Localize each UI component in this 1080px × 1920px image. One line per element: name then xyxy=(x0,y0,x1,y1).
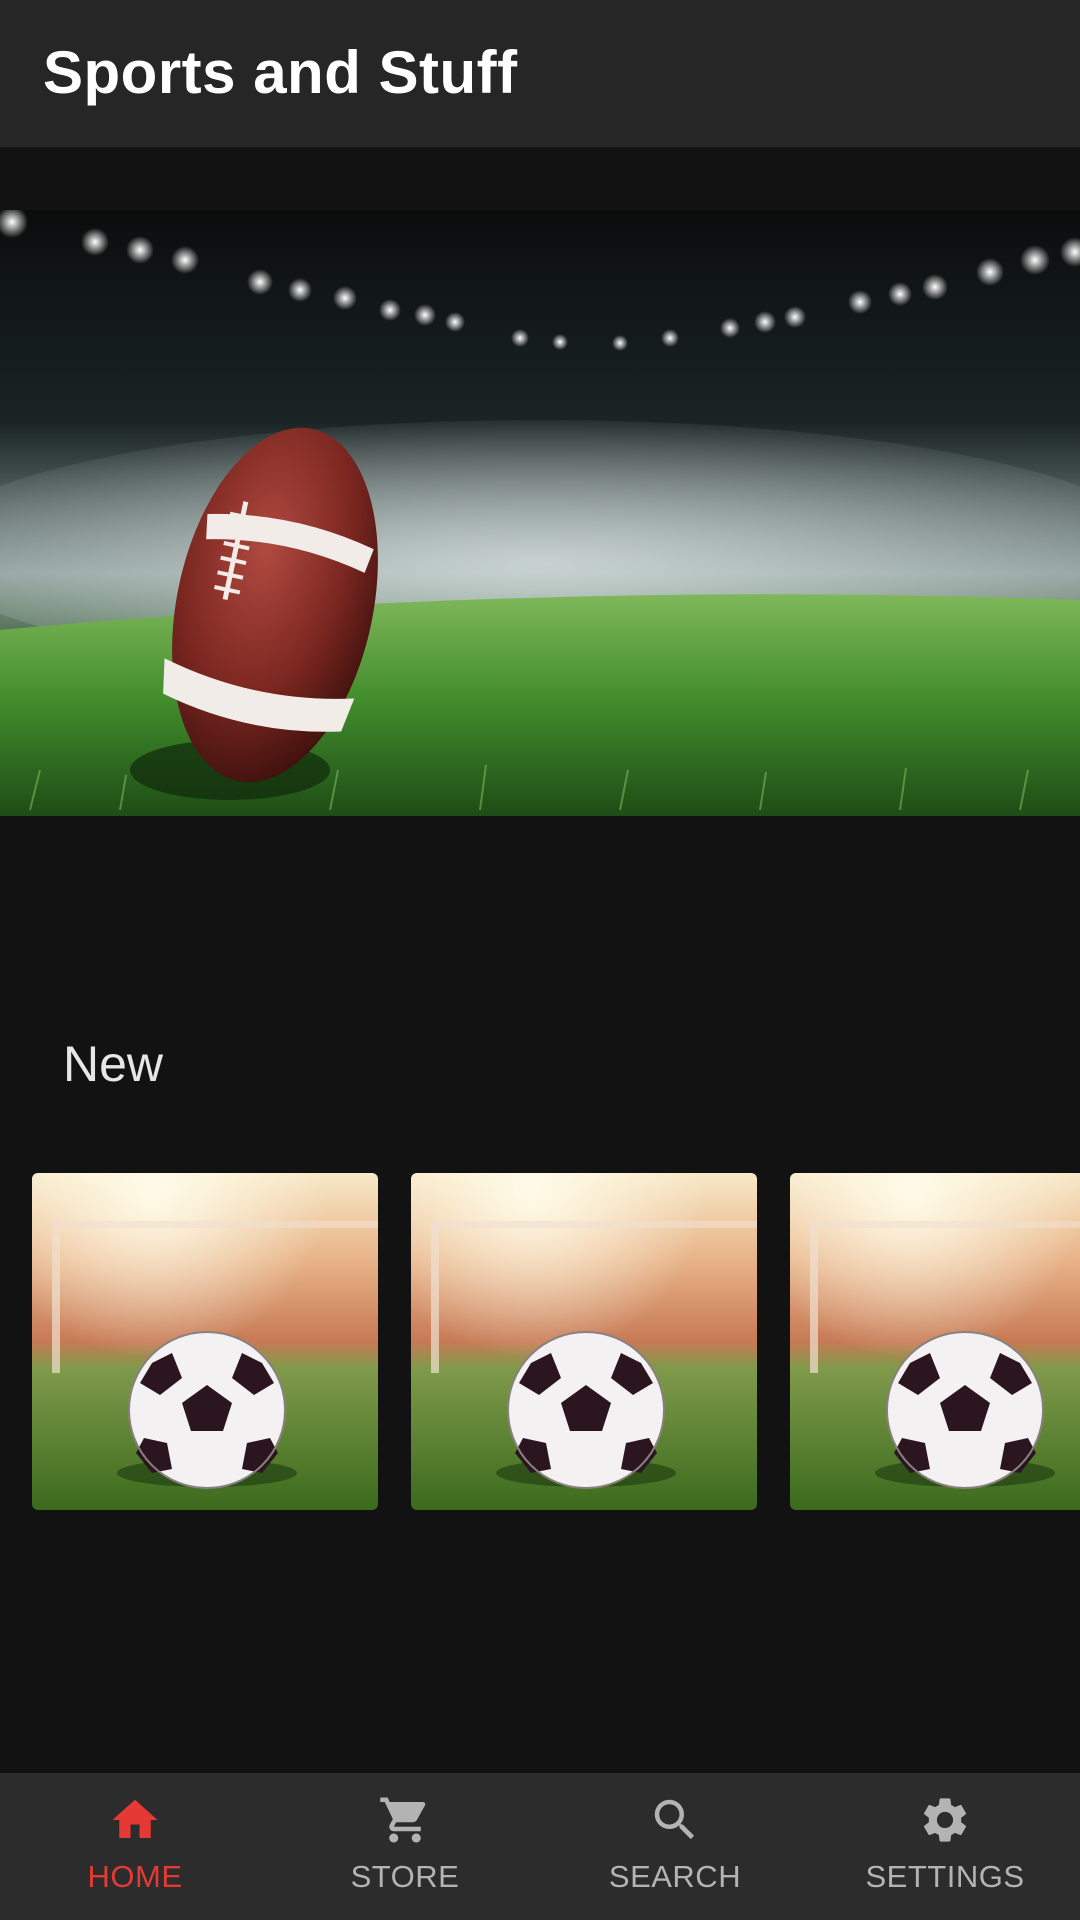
product-card[interactable] xyxy=(411,1173,757,1510)
nav-label-search: SEARCH xyxy=(608,1859,742,1894)
home-icon xyxy=(112,1799,158,1838)
search-icon xyxy=(654,1799,695,1840)
soccer-ball-image xyxy=(32,1173,378,1510)
hero-banner-image[interactable] xyxy=(0,210,1080,816)
product-card[interactable] xyxy=(32,1173,378,1510)
soccer-ball-image xyxy=(790,1173,1080,1510)
product-card[interactable] xyxy=(790,1173,1080,1510)
gear-icon xyxy=(923,1798,967,1842)
football-stadium-illustration xyxy=(0,210,1080,816)
nav-item-store[interactable]: STORE xyxy=(270,1773,540,1920)
nav-item-home[interactable]: HOME xyxy=(0,1773,270,1920)
soccer-ball-image xyxy=(411,1173,757,1510)
section-title-new: New xyxy=(63,1036,164,1092)
app-title: Sports and Stuff xyxy=(43,39,518,106)
bottom-navigation: HOME STORE SEARCH SETTINGS xyxy=(0,1773,1080,1920)
nav-label-store: STORE xyxy=(350,1859,460,1894)
cart-icon xyxy=(380,1797,426,1843)
nav-label-home: HOME xyxy=(87,1859,183,1894)
nav-item-search[interactable]: SEARCH xyxy=(540,1773,810,1920)
app-bar: Sports and Stuff xyxy=(0,0,1080,147)
nav-item-settings[interactable]: SETTINGS xyxy=(810,1773,1080,1920)
nav-label-settings: SETTINGS xyxy=(865,1859,1025,1894)
